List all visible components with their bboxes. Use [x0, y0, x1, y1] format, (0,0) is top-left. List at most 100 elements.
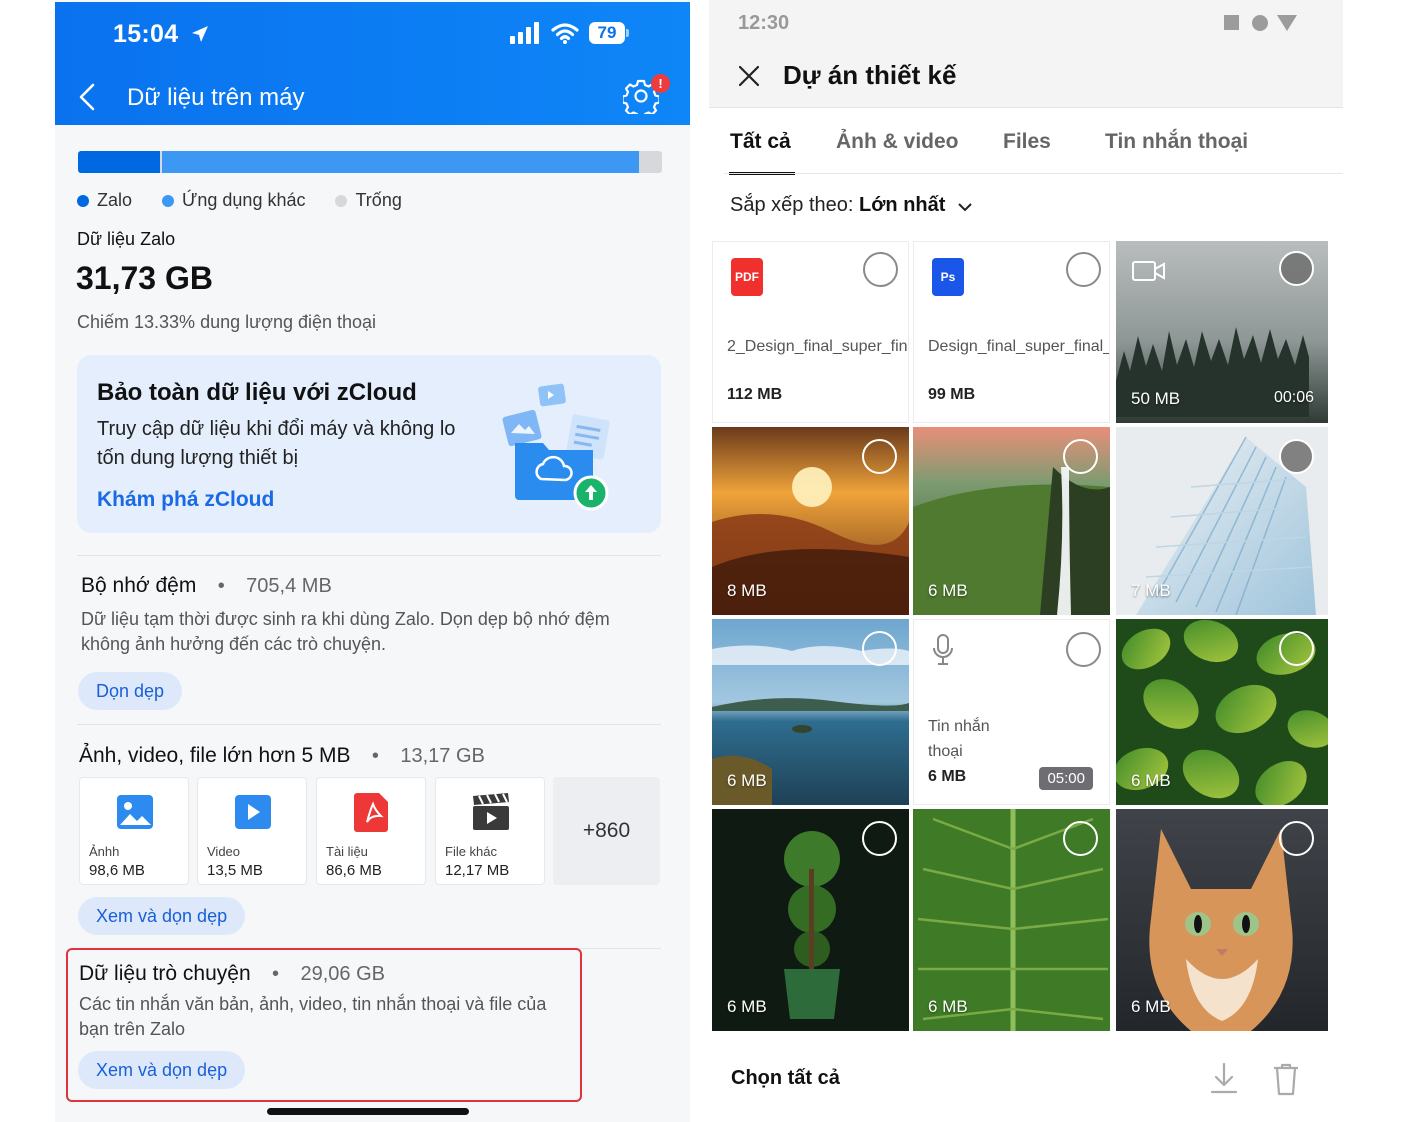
triangle-status-icon: [1277, 15, 1297, 31]
grid-item-voice-message[interactable]: Tin nhắn thoại 6 MB 05:00: [913, 619, 1110, 805]
select-checkbox[interactable]: [1279, 821, 1314, 856]
page-title: Dự án thiết kế: [783, 60, 957, 90]
bottom-action-bar: Chọn tất cả: [709, 1040, 1343, 1122]
battery-level: 79: [589, 22, 625, 44]
zalo-data-label: Dữ liệu Zalo: [77, 229, 176, 249]
header-bar: 15:04 79 Dữ liệu trên máy !: [55, 2, 690, 125]
voice-duration: 05:00: [1039, 767, 1093, 790]
pdf-document-icon: [354, 793, 388, 832]
select-checkbox[interactable]: [1066, 632, 1101, 667]
grid-item-image[interactable]: 6 MB: [1116, 809, 1328, 1031]
tab-files[interactable]: Files: [1003, 130, 1051, 154]
select-checkbox[interactable]: [862, 439, 897, 474]
video-icon: [235, 795, 271, 829]
microphone-icon: [933, 634, 953, 665]
chat-data-description: Các tin nhắn văn bản, ảnh, video, tin nh…: [79, 994, 547, 1039]
zalo-data-size: 31,73 GB: [76, 260, 213, 296]
location-arrow-icon: [191, 26, 208, 42]
select-checkbox[interactable]: [1279, 251, 1314, 286]
tab-photos-videos[interactable]: Ảnh & video: [836, 130, 959, 154]
sort-dropdown[interactable]: Sắp xếp theo: Lớn nhất: [730, 194, 973, 217]
square-status-icon: [1224, 15, 1239, 30]
status-time: 12:30: [738, 12, 790, 34]
tab-voice-messages[interactable]: Tin nhắn thoại: [1105, 130, 1248, 154]
video-duration: 00:06: [1273, 389, 1314, 406]
storage-bar-zalo-segment: [78, 151, 160, 173]
wifi-icon: [551, 23, 579, 44]
trash-icon[interactable]: [1272, 1062, 1300, 1096]
cache-section-title: Bộ nhớ đệm • 705,4 MB: [81, 574, 332, 597]
battery-indicator: 79: [589, 22, 629, 44]
download-icon[interactable]: [1209, 1062, 1239, 1096]
grid-item-image[interactable]: 6 MB: [913, 809, 1110, 1031]
grid-item-video[interactable]: 50 MB 00:06: [1116, 241, 1328, 423]
storage-bar-other-apps-segment: [162, 151, 639, 173]
media-grid: PDF 2_Design_final_super_final_last...pd…: [712, 241, 1328, 1031]
select-all-button[interactable]: Chọn tất cả: [731, 1067, 840, 1090]
divider: [724, 173, 1343, 174]
legend-item-zalo: Zalo: [77, 190, 132, 211]
grid-item-image[interactable]: 6 MB: [712, 809, 909, 1031]
grid-item-image[interactable]: 6 MB: [712, 619, 909, 805]
grid-item-image[interactable]: 6 MB: [1116, 619, 1328, 805]
cache-size: 705,4 MB: [246, 575, 332, 597]
image-icon: [117, 795, 153, 829]
cloud-folder-illustration-icon: [502, 383, 610, 511]
page-title: Dữ liệu trên máy: [127, 84, 305, 111]
grid-item-psd-file[interactable]: Ps Design_final_super_final_last_de...ps…: [913, 241, 1110, 423]
cache-description: Dữ liệu tạm thời được sinh ra khi dùng Z…: [81, 609, 610, 654]
select-checkbox[interactable]: [862, 821, 897, 856]
left-phone-screen: 15:04 79 Dữ liệu trên máy ! Zalo Ứng dụn…: [55, 0, 690, 1122]
back-arrow-icon[interactable]: [77, 82, 97, 112]
clean-cache-button[interactable]: Dọn dẹp: [78, 672, 183, 710]
chat-data-section-title: Dữ liệu trò chuyện • 29,06 GB: [79, 962, 385, 985]
legend-item-free: Trống: [335, 190, 402, 211]
video-camera-icon: [1132, 261, 1165, 281]
tile-other-files[interactable]: File khác 12,17 MB: [435, 777, 545, 885]
legend-item-other-apps: Ứng dụng khác: [162, 190, 305, 211]
tab-bar: Tất cả Ảnh & video Files Tin nhắn thoại: [709, 110, 1343, 175]
select-checkbox[interactable]: [863, 252, 898, 287]
sort-value: Lớn nhất: [859, 194, 946, 216]
tile-videos[interactable]: Video 13,5 MB: [197, 777, 307, 885]
view-clean-chat-data-button[interactable]: Xem và dọn dẹp: [78, 1051, 246, 1089]
select-checkbox[interactable]: [1279, 439, 1314, 474]
large-files-section-title: Ảnh, video, file lớn hơn 5 MB • 13,17 GB: [79, 744, 485, 767]
pdf-file-icon: PDF: [731, 258, 763, 296]
chat-data-size: 29,06 GB: [300, 963, 385, 985]
home-indicator: [267, 1108, 469, 1115]
select-checkbox[interactable]: [1063, 821, 1098, 856]
notification-badge: !: [651, 74, 670, 93]
tile-images[interactable]: Ảnhh 98,6 MB: [79, 777, 189, 885]
right-phone-screen: 12:30 Dự án thiết kế Tất cả Ảnh & video …: [709, 0, 1343, 1122]
large-files-size: 13,17 GB: [400, 745, 485, 767]
view-clean-large-files-button[interactable]: Xem và dọn dẹp: [78, 897, 246, 935]
zcloud-description: Truy cập dữ liệu khi đổi máy và không lo…: [97, 418, 456, 469]
tile-documents[interactable]: Tài liệu 86,6 MB: [316, 777, 426, 885]
zcloud-title: Bảo toàn dữ liệu với zCloud: [97, 379, 417, 406]
top-app-bar: 12:30 Dự án thiết kế: [709, 0, 1343, 108]
grid-item-image[interactable]: 6 MB: [913, 427, 1110, 615]
more-files-tile[interactable]: +860: [553, 777, 660, 885]
divider: [77, 555, 661, 556]
tab-all[interactable]: Tất cả: [730, 130, 791, 154]
zcloud-explore-link[interactable]: Khám phá zCloud: [97, 488, 274, 512]
zalo-data-percent: Chiếm 13.33% dung lượng điện thoại: [77, 312, 377, 332]
circle-status-icon: [1252, 15, 1268, 31]
photoshop-file-icon: Ps: [932, 258, 964, 296]
storage-usage-bar: [78, 151, 662, 173]
select-checkbox[interactable]: [1066, 252, 1101, 287]
grid-item-image[interactable]: 8 MB: [712, 427, 909, 615]
cellular-signal-icon: [510, 22, 539, 44]
grid-item-pdf-file[interactable]: PDF 2_Design_final_super_final_last...pd…: [712, 241, 909, 423]
clapperboard-icon: [473, 793, 509, 830]
chevron-down-icon: [958, 203, 972, 212]
select-checkbox[interactable]: [1063, 439, 1098, 474]
status-time: 15:04: [113, 20, 210, 49]
grid-item-image[interactable]: 7 MB: [1116, 427, 1328, 615]
select-checkbox[interactable]: [1279, 631, 1314, 666]
divider: [77, 724, 661, 725]
select-checkbox[interactable]: [862, 631, 897, 666]
zcloud-promo-card[interactable]: Bảo toàn dữ liệu với zCloud Truy cập dữ …: [77, 355, 661, 533]
close-icon[interactable]: [739, 66, 759, 86]
